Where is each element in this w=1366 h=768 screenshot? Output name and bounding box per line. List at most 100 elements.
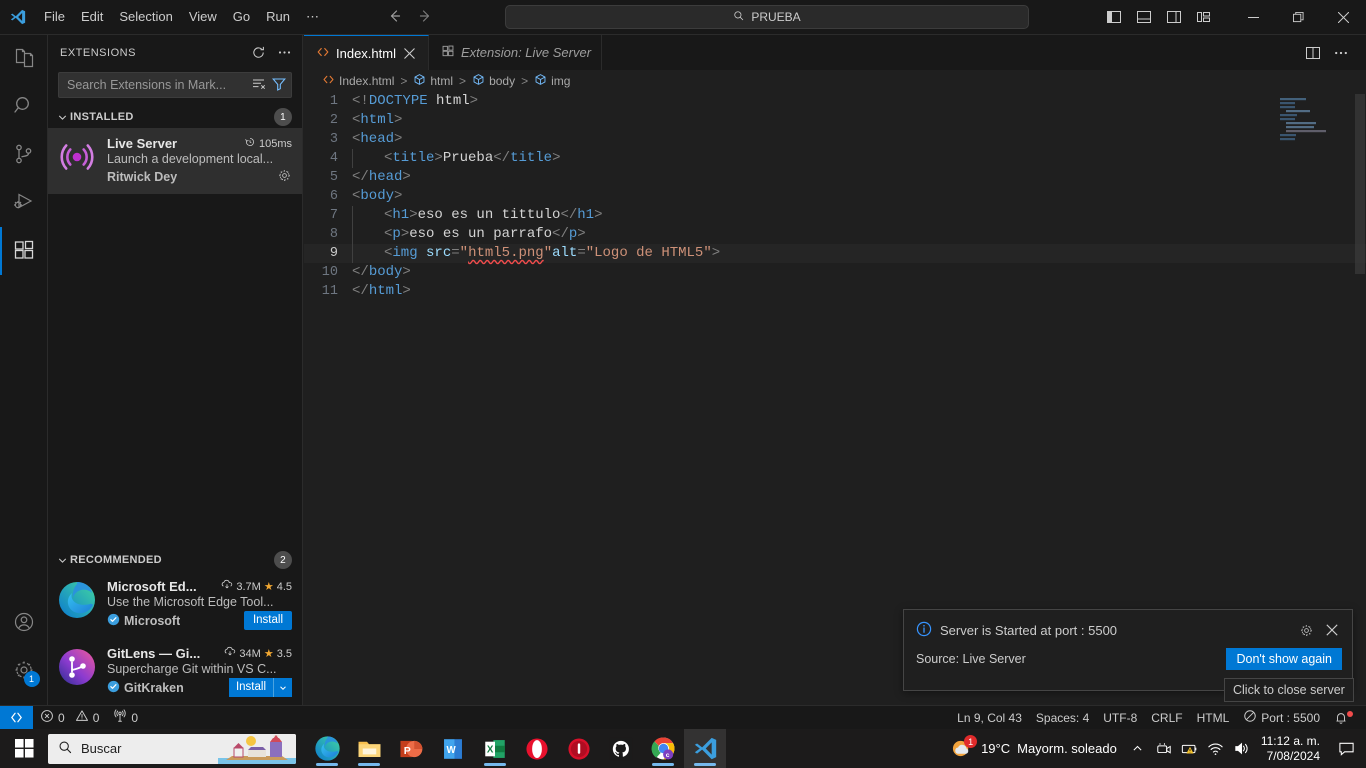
code-line[interactable]: 8 <p>eso es un parrafo</p> xyxy=(304,225,1366,244)
scrollbar-thumb[interactable] xyxy=(1355,94,1365,274)
status-notifications-bell[interactable] xyxy=(1327,706,1360,730)
taskbar-app-powerpoint[interactable]: P xyxy=(390,729,432,768)
code-line[interactable]: 6 <body> xyxy=(304,187,1366,206)
extension-item-live-server[interactable]: Live Server 105ms Launch a development l… xyxy=(48,128,302,194)
sidebar-item-run-debug[interactable] xyxy=(0,179,48,227)
clear-filter-icon[interactable] xyxy=(251,76,267,95)
camera-icon[interactable] xyxy=(1151,729,1177,768)
sidebar-item-search[interactable] xyxy=(0,83,48,131)
code-lines[interactable]: 1 <!DOCTYPE html> 2 <html> 3 <head> 4 <title>Pr… xyxy=(304,92,1366,301)
sidebar-item-extensions[interactable] xyxy=(0,227,48,275)
code-line[interactable]: 5 </head> xyxy=(304,168,1366,187)
circle-slash-icon xyxy=(1243,709,1257,726)
menu-more[interactable]: ⋯ xyxy=(298,6,327,28)
gear-icon[interactable] xyxy=(1296,620,1316,640)
more-actions-icon[interactable] xyxy=(274,43,294,63)
taskbar-app-opera-gx[interactable] xyxy=(558,729,600,768)
toggle-panel-icon[interactable] xyxy=(1131,4,1157,30)
refresh-icon[interactable] xyxy=(248,43,268,63)
install-button[interactable]: Install xyxy=(243,611,292,630)
window-close-button[interactable] xyxy=(1321,0,1366,35)
split-editor-icon[interactable] xyxy=(1300,40,1326,66)
extension-manage-gear-icon[interactable] xyxy=(277,168,292,186)
breadcrumb-item-img[interactable]: img xyxy=(534,73,570,89)
section-installed-header[interactable]: INSTALLED 1 xyxy=(48,106,302,128)
arrow-right-icon[interactable] xyxy=(417,8,433,27)
sidebar-item-explorer[interactable] xyxy=(0,35,48,83)
editor-scrollbar-vertical[interactable] xyxy=(1352,92,1366,705)
account-button[interactable] xyxy=(0,599,48,647)
extension-item-microsoft-edge-tools[interactable]: Microsoft Ed... 3.7M ★ 4.5 Use the Micro… xyxy=(48,571,302,638)
minimap[interactable] xyxy=(1274,96,1352,156)
close-icon[interactable] xyxy=(402,45,418,61)
battery-warning-icon[interactable] xyxy=(1177,729,1203,768)
taskbar-app-github[interactable] xyxy=(600,729,642,768)
breadcrumb-item-html[interactable]: html xyxy=(413,73,453,89)
windows-start-icon[interactable] xyxy=(0,729,48,768)
install-dropdown-button[interactable]: Install xyxy=(228,678,292,697)
breadcrumb-item-body[interactable]: body xyxy=(472,73,515,89)
close-icon[interactable] xyxy=(1322,620,1342,640)
menu-edit[interactable]: Edit xyxy=(73,6,111,28)
customize-layout-icon[interactable] xyxy=(1191,4,1217,30)
menu-run[interactable]: Run xyxy=(258,6,298,28)
status-errors-warnings[interactable]: 0 0 xyxy=(33,706,106,730)
taskbar-app-microsoft-edge[interactable] xyxy=(306,729,348,768)
toggle-secondary-sidebar-icon[interactable] xyxy=(1161,4,1187,30)
wifi-icon[interactable] xyxy=(1203,729,1229,768)
extension-name: Microsoft Ed... xyxy=(107,579,197,594)
filter-icon[interactable] xyxy=(271,76,287,95)
more-actions-icon[interactable] xyxy=(1328,40,1354,66)
extension-item-gitlens[interactable]: GitLens — Gi... 34M ★ 3.5 Supercharge Gi… xyxy=(48,638,302,705)
taskbar-weather-widget[interactable]: 1 19°C Mayorm. soleado xyxy=(943,735,1125,760)
taskbar-search-box[interactable]: Buscar xyxy=(48,733,296,764)
status-language-mode[interactable]: HTML xyxy=(1190,706,1237,730)
code-line[interactable]: 2 <html> xyxy=(304,111,1366,130)
taskbar-app-word[interactable]: W xyxy=(432,729,474,768)
taskbar-app-file-explorer[interactable] xyxy=(348,729,390,768)
install-button-label[interactable]: Install xyxy=(228,678,273,697)
window-maximize-button[interactable] xyxy=(1276,0,1321,35)
toggle-primary-sidebar-icon[interactable] xyxy=(1101,4,1127,30)
window-minimize-button[interactable] xyxy=(1231,0,1276,35)
search-extensions-box[interactable] xyxy=(58,72,292,98)
chevron-up-icon[interactable] xyxy=(1125,729,1151,768)
tab-extension-live-server[interactable]: Extension: Live Server xyxy=(429,35,603,70)
taskbar-app-visual-studio-code[interactable] xyxy=(684,729,726,768)
taskbar-app-excel[interactable]: X xyxy=(474,729,516,768)
status-indentation[interactable]: Spaces: 4 xyxy=(1029,706,1096,730)
remote-indicator-button[interactable] xyxy=(0,705,33,730)
status-ports[interactable]: 0 xyxy=(106,706,145,730)
search-input[interactable] xyxy=(67,78,251,92)
dont-show-again-button[interactable]: Don't show again xyxy=(1226,648,1342,670)
extension-name: GitLens — Gi... xyxy=(107,646,201,661)
code-line[interactable]: 1 <!DOCTYPE html> xyxy=(304,92,1366,111)
settings-button[interactable]: 1 xyxy=(0,647,48,695)
code-line[interactable]: 9 <img src="html5.png"alt="Logo de HTML5"… xyxy=(304,244,1366,263)
code-line[interactable]: 3 <head> xyxy=(304,130,1366,149)
taskbar-app-google-chrome[interactable]: c xyxy=(642,729,684,768)
code-line[interactable]: 10 </body> xyxy=(304,263,1366,282)
arrow-left-icon[interactable] xyxy=(387,8,403,27)
status-live-server-port[interactable]: Port : 5500 xyxy=(1236,706,1327,730)
taskbar-app-opera[interactable] xyxy=(516,729,558,768)
sidebar-item-source-control[interactable] xyxy=(0,131,48,179)
menu-file[interactable]: File xyxy=(36,6,73,28)
code-line[interactable]: 7 <h1>eso es un tittulo</h1> xyxy=(304,206,1366,225)
tab-index-html[interactable]: Index.html xyxy=(304,35,429,70)
status-encoding[interactable]: UTF-8 xyxy=(1096,706,1144,730)
status-cursor-position[interactable]: Ln 9, Col 43 xyxy=(950,706,1029,730)
notification-center-icon[interactable] xyxy=(1330,729,1362,768)
menu-selection[interactable]: Selection xyxy=(111,6,180,28)
chevron-down-icon[interactable] xyxy=(274,678,292,697)
quick-input-search[interactable]: PRUEBA xyxy=(505,5,1029,29)
taskbar-clock[interactable]: 11:12 a. m. 7/08/2024 xyxy=(1255,734,1330,764)
menu-go[interactable]: Go xyxy=(225,6,258,28)
code-line[interactable]: 4 <title>Prueba</title> xyxy=(304,149,1366,168)
section-recommended-header[interactable]: RECOMMENDED 2 xyxy=(48,549,302,571)
volume-icon[interactable] xyxy=(1229,729,1255,768)
status-eol[interactable]: CRLF xyxy=(1144,706,1189,730)
menu-view[interactable]: View xyxy=(181,6,225,28)
breadcrumb-item-file[interactable]: Index.html xyxy=(322,73,394,89)
code-line[interactable]: 11 </html> xyxy=(304,282,1366,301)
